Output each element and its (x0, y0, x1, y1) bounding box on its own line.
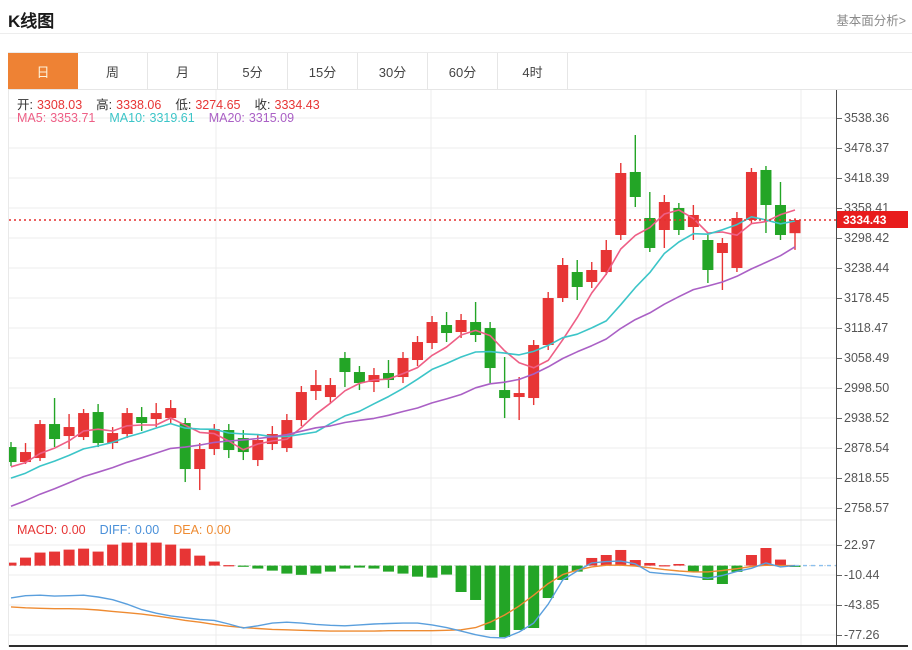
readout-value: 3338.06 (116, 98, 161, 112)
price-axis-label: 3478.37 (844, 141, 889, 155)
axis-tick (837, 388, 842, 389)
readout-label: MA10: (109, 111, 145, 125)
period-tabbar: 日周月5分15分30分60分4时 (8, 52, 912, 90)
readout-value: 0.00 (61, 523, 85, 537)
axis-tick (837, 575, 842, 576)
axis-tick (837, 605, 842, 606)
readout-label: 低: (175, 98, 191, 112)
axis-tick (837, 508, 842, 509)
axis-tick (837, 118, 842, 119)
readout-label: 高: (96, 98, 112, 112)
price-axis-label: 3178.45 (844, 291, 889, 305)
readout-label: 开: (17, 98, 33, 112)
axis-tick (837, 238, 842, 239)
axis-tick (837, 418, 842, 419)
chart-area: 开: 3308.03 高: 3338.06 低: 3274.65 收: 3334.43 MA5… (8, 90, 907, 647)
tab-period-4[interactable]: 15分 (288, 53, 358, 89)
price-axis-label: 2998.50 (844, 381, 889, 395)
tab-period-1[interactable]: 周 (78, 53, 148, 89)
price-axis-label: 3058.49 (844, 351, 889, 365)
macd-axis-label: -77.26 (844, 628, 879, 642)
macd-axis-label: 22.97 (844, 538, 875, 552)
price-axis-label: 3298.42 (844, 231, 889, 245)
readout-value: 3274.65 (195, 98, 240, 112)
axis-tick (837, 268, 842, 269)
ma-readout: MA5: 3353.71 MA10: 3319.61 MA20: 3315.09 (17, 111, 308, 125)
tab-period-7[interactable]: 4时 (498, 53, 568, 89)
axis-tick (837, 208, 842, 209)
macd-readout: MACD: 0.00 DIFF: 0.00 DEA: 0.00 (17, 523, 245, 537)
axis-tick (837, 545, 842, 546)
readout-label: 收: (255, 98, 271, 112)
macd-axis-label: -10.44 (844, 568, 879, 582)
readout-value: 3308.03 (37, 98, 82, 112)
price-axis-label: 3418.39 (844, 171, 889, 185)
price-axis-label: 3118.47 (844, 321, 888, 335)
price-axis-label: 3238.44 (844, 261, 889, 275)
tab-period-0[interactable]: 日 (8, 53, 78, 89)
readout-value: 0.00 (206, 523, 230, 537)
price-axis-label: 2938.52 (844, 411, 889, 425)
axis-tick (837, 478, 842, 479)
chart-bottom-border (9, 645, 908, 647)
candlestick-macd-chart (9, 90, 836, 647)
price-axis-label: 3538.36 (844, 111, 889, 125)
macd-axis-label: -43.85 (844, 598, 879, 612)
tab-period-5[interactable]: 30分 (358, 53, 428, 89)
readout-label: DEA: (173, 523, 202, 537)
header-divider (0, 33, 912, 34)
fundamental-analysis-link[interactable]: 基本面分析> (836, 10, 906, 29)
axis-tick (837, 148, 842, 149)
readout-value: 3315.09 (249, 111, 294, 125)
kline-page: K线图 基本面分析> 日周月5分15分30分60分4时 开:3308.03高:3… (0, 0, 912, 650)
tab-period-2[interactable]: 月 (148, 53, 218, 89)
axis-tick (837, 635, 842, 636)
tab-period-6[interactable]: 60分 (428, 53, 498, 89)
readout-label: DIFF: (100, 523, 131, 537)
tab-period-3[interactable]: 5分 (218, 53, 288, 89)
price-axis-label: 2818.55 (844, 471, 889, 485)
readout-label: MA5: (17, 111, 46, 125)
current-price-badge: 3334.43 (837, 211, 908, 228)
price-axis-label: 2758.57 (844, 501, 889, 515)
axis-tick (837, 358, 842, 359)
page-title: K线图 (8, 7, 54, 32)
axis-tick (837, 328, 842, 329)
readout-label: MA20: (209, 111, 245, 125)
price-axis: 3538.363478.373418.393358.413298.423238.… (836, 90, 908, 647)
axis-tick (837, 448, 842, 449)
readout-value: 0.00 (135, 523, 159, 537)
readout-value: 3334.43 (275, 98, 320, 112)
price-axis-label: 2878.54 (844, 441, 889, 455)
axis-tick (837, 178, 842, 179)
axis-tick (837, 298, 842, 299)
readout-label: MACD: (17, 523, 57, 537)
readout-value: 3319.61 (150, 111, 195, 125)
readout-value: 3353.71 (50, 111, 95, 125)
